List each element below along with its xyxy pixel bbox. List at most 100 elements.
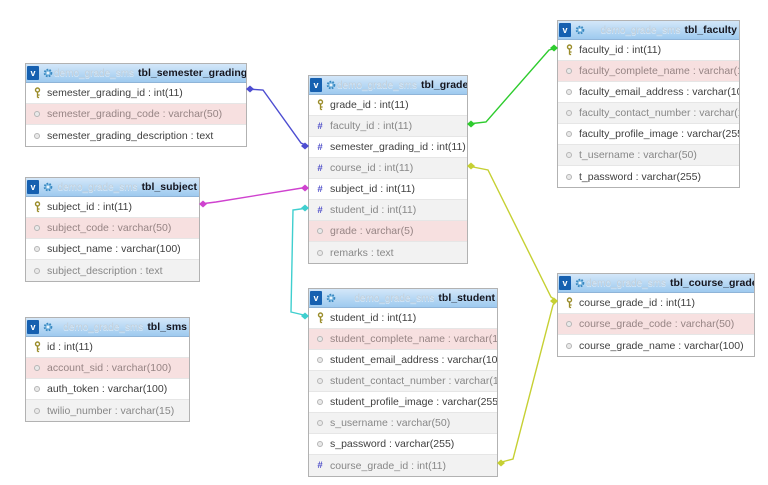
gear-icon[interactable] bbox=[574, 277, 586, 289]
table-tbl-course-grade[interactable]: v demo_grade_sms tbl_course_grade course… bbox=[557, 273, 755, 357]
column-row[interactable]: s_password : varchar(255) bbox=[309, 434, 497, 455]
toggle-columns-icon[interactable]: v bbox=[310, 291, 322, 305]
relation-semester-grading-to-grade[interactable] bbox=[246, 86, 309, 150]
column-label: grade : varchar(5) bbox=[330, 225, 413, 237]
toggle-columns-icon[interactable]: v bbox=[310, 78, 322, 92]
index-icon: # bbox=[314, 121, 326, 132]
primary-key-icon bbox=[563, 44, 575, 56]
column-label: subject_id : int(11) bbox=[330, 183, 415, 195]
gear-icon[interactable] bbox=[325, 292, 337, 304]
column-row[interactable]: grade : varchar(5) bbox=[309, 221, 467, 242]
column-row[interactable]: #course_id : int(11) bbox=[309, 158, 467, 179]
column-label: semester_grading_id : int(11) bbox=[47, 87, 183, 99]
column-label: student_id : int(11) bbox=[330, 312, 416, 324]
column-row[interactable]: remarks : text bbox=[309, 242, 467, 263]
column-row[interactable]: subject_code : varchar(50) bbox=[26, 218, 199, 239]
column-row[interactable]: t_username : varchar(50) bbox=[558, 145, 739, 166]
column-label: id : int(11) bbox=[47, 341, 93, 353]
column-row[interactable]: course_grade_name : varchar(100) bbox=[558, 335, 754, 356]
database-name: demo_grade_sms bbox=[58, 182, 138, 193]
table-name: tbl_sms bbox=[147, 321, 187, 333]
column-label: student_id : int(11) bbox=[330, 204, 416, 216]
column-row[interactable]: # student_id : int(11) bbox=[309, 200, 467, 221]
column-row[interactable]: faculty_profile_image : varchar(255) bbox=[558, 124, 739, 145]
gear-icon[interactable] bbox=[42, 321, 54, 333]
gear-icon[interactable] bbox=[325, 79, 337, 91]
table-header[interactable]: v demo_grade_sms tbl_faculty bbox=[558, 21, 739, 40]
relation-grade-to-course-grade[interactable] bbox=[467, 163, 558, 305]
table-header[interactable]: v demo_grade_sms tbl_subject bbox=[26, 178, 199, 197]
column-icon bbox=[31, 268, 43, 274]
gear-icon[interactable] bbox=[42, 67, 54, 79]
database-name: demo_grade_sms bbox=[586, 278, 666, 289]
column-row[interactable]: faculty_id : int(11) bbox=[558, 40, 739, 61]
column-row[interactable]: auth_token : varchar(100) bbox=[26, 379, 189, 400]
relation-subject-to-grade[interactable] bbox=[199, 185, 309, 208]
column-label: course_grade_name : varchar(100) bbox=[579, 340, 744, 352]
column-row[interactable]: # faculty_id : int(11) bbox=[309, 116, 467, 137]
table-header[interactable]: v demo_grade_sms tbl_student bbox=[309, 289, 497, 308]
column-row[interactable]: faculty_contact_number : varchar(15) bbox=[558, 103, 739, 124]
column-label: student_contact_number : varchar(15) bbox=[330, 375, 497, 387]
column-row[interactable]: semester_grading_code : varchar(50) bbox=[26, 104, 246, 125]
column-label: faculty_id : int(11) bbox=[330, 120, 412, 132]
column-row[interactable]: faculty_complete_name : varchar(150) bbox=[558, 61, 739, 82]
column-row[interactable]: twilio_number : varchar(15) bbox=[26, 400, 189, 421]
toggle-columns-icon[interactable]: v bbox=[27, 320, 39, 334]
column-row[interactable]: course_grade_id : int(11) bbox=[558, 293, 754, 314]
column-row[interactable]: #course_grade_id : int(11) bbox=[309, 455, 497, 476]
column-row[interactable]: #subject_id : int(11) bbox=[309, 179, 467, 200]
primary-key-icon bbox=[31, 341, 43, 353]
database-name: demo_grade_sms bbox=[63, 322, 143, 333]
gear-icon[interactable] bbox=[42, 181, 54, 193]
column-row[interactable]: student_complete_name : varchar(150) bbox=[309, 329, 497, 350]
table-tbl-subject[interactable]: v demo_grade_sms tbl_subject subject_id … bbox=[25, 177, 200, 282]
table-header[interactable]: v demo_grade_sms tbl_semester_grading bbox=[26, 64, 246, 83]
index-icon: # bbox=[314, 205, 326, 216]
table-header[interactable]: v demo_grade_sms tbl_course_grade bbox=[558, 274, 754, 293]
table-tbl-sms[interactable]: v demo_grade_sms tbl_sms id : int(11) acc… bbox=[25, 317, 190, 422]
column-row[interactable]: semester_grading_description : text bbox=[26, 125, 246, 146]
relation-grade-to-faculty[interactable] bbox=[467, 45, 558, 128]
column-row[interactable]: s_username : varchar(50) bbox=[309, 413, 497, 434]
gear-icon[interactable] bbox=[574, 24, 586, 36]
column-row[interactable]: subject_id : int(11) bbox=[26, 197, 199, 218]
column-label: semester_grading_code : varchar(50) bbox=[47, 108, 222, 120]
column-row[interactable]: course_grade_code : varchar(50) bbox=[558, 314, 754, 335]
table-tbl-grade[interactable]: v demo_grade_sms tbl_grade grade_id : in… bbox=[308, 75, 468, 264]
table-tbl-student[interactable]: v demo_grade_sms tbl_student student_id … bbox=[308, 288, 498, 477]
toggle-columns-icon[interactable]: v bbox=[27, 66, 39, 80]
column-icon bbox=[314, 357, 326, 363]
column-row[interactable]: faculty_email_address : varchar(100) bbox=[558, 82, 739, 103]
column-row[interactable]: semester_grading_id : int(11) bbox=[26, 83, 246, 104]
relation-grade-to-student[interactable] bbox=[291, 205, 309, 320]
column-label: t_username : varchar(50) bbox=[579, 149, 697, 161]
column-icon bbox=[314, 250, 326, 256]
database-name: demo_grade_sms bbox=[600, 25, 680, 36]
column-row[interactable]: account_sid : varchar(100) bbox=[26, 358, 189, 379]
column-row[interactable]: t_password : varchar(255) bbox=[558, 166, 739, 187]
column-label: subject_description : text bbox=[47, 265, 163, 277]
column-row[interactable]: student_email_address : varchar(100) bbox=[309, 350, 497, 371]
column-icon bbox=[314, 228, 326, 234]
column-row[interactable]: student_contact_number : varchar(15) bbox=[309, 371, 497, 392]
toggle-columns-icon[interactable]: v bbox=[559, 23, 571, 37]
column-row[interactable]: student_profile_image : varchar(255) bbox=[309, 392, 497, 413]
table-tbl-faculty[interactable]: v demo_grade_sms tbl_faculty faculty_id … bbox=[557, 20, 740, 188]
column-label: s_password : varchar(255) bbox=[330, 438, 454, 450]
column-row[interactable]: id : int(11) bbox=[26, 337, 189, 358]
column-row[interactable]: subject_name : varchar(100) bbox=[26, 239, 199, 260]
toggle-columns-icon[interactable]: v bbox=[27, 180, 39, 194]
table-name: tbl_course_grade bbox=[670, 277, 754, 289]
column-row[interactable]: #semester_grading_id : int(11) bbox=[309, 137, 467, 158]
column-row[interactable]: grade_id : int(11) bbox=[309, 95, 467, 116]
column-row[interactable]: subject_description : text bbox=[26, 260, 199, 281]
database-name: demo_grade_sms bbox=[354, 293, 434, 304]
table-header[interactable]: v demo_grade_sms tbl_grade bbox=[309, 76, 467, 95]
toggle-columns-icon[interactable]: v bbox=[559, 276, 571, 290]
column-icon bbox=[31, 133, 43, 139]
column-row[interactable]: student_id : int(11) bbox=[309, 308, 497, 329]
table-header[interactable]: v demo_grade_sms tbl_sms bbox=[26, 318, 189, 337]
table-tbl-semester-grading[interactable]: v demo_grade_sms tbl_semester_grading se… bbox=[25, 63, 247, 147]
relation-student-to-course-grade[interactable] bbox=[497, 301, 557, 467]
